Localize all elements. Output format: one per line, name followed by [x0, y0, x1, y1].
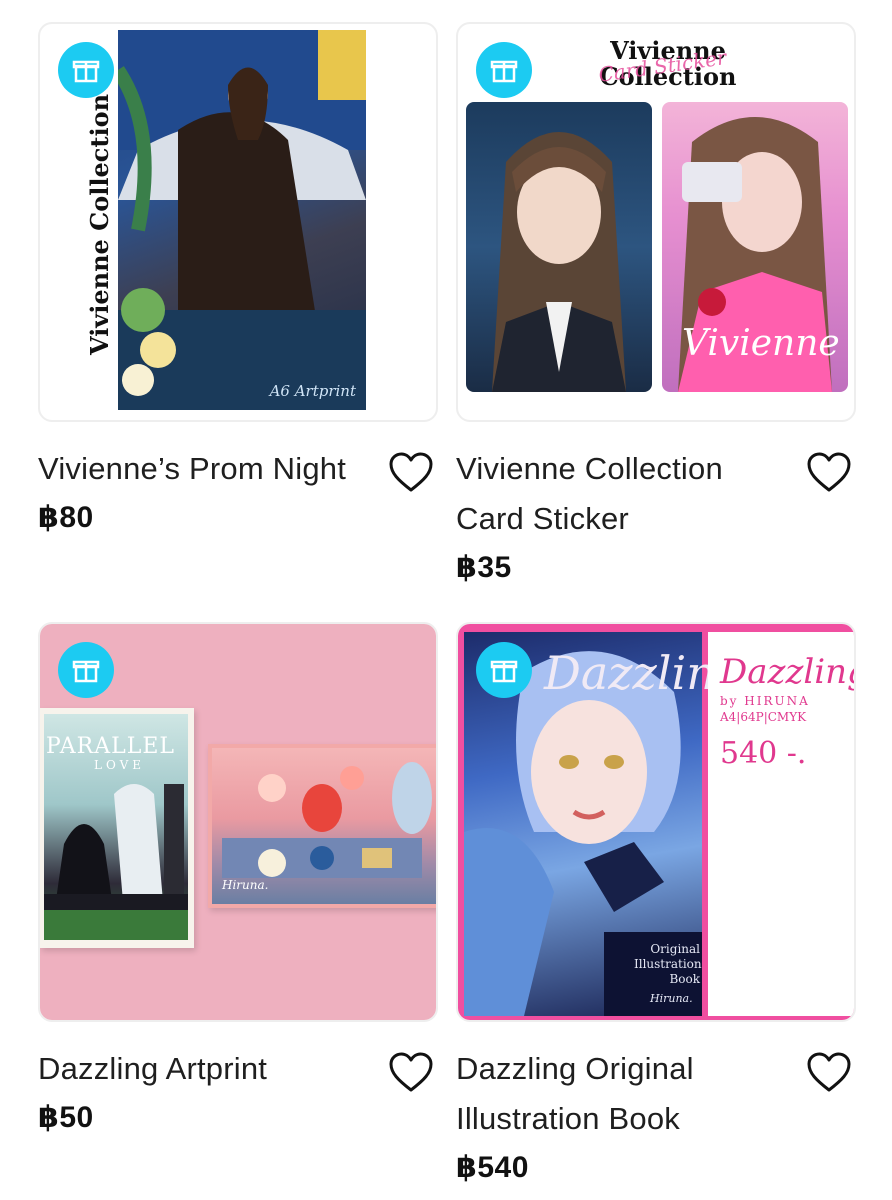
image-vertical-title: Vivienne Collection — [85, 93, 115, 355]
artprint-subtitle: LOVE — [94, 758, 146, 772]
product-title[interactable]: Vivienne’s Prom Night — [38, 444, 358, 494]
product-image[interactable]: Vivienne Collection A6 Artprint — [38, 22, 438, 422]
image-script-text: A6 Artprint — [269, 382, 356, 400]
product-price: ฿50 — [38, 1101, 94, 1134]
artprint-right: Hiruna. — [208, 744, 436, 908]
product-card[interactable]: PARALLEL LOVE Hiruna. Dazzling Artprint … — [38, 622, 438, 1135]
product-image[interactable]: Dazzling Original Illustration Book Hiru… — [456, 622, 856, 1022]
product-image[interactable]: Vivienne Collection Card Sticker Vivienn… — [456, 22, 856, 422]
product-image[interactable]: PARALLEL LOVE Hiruna. — [38, 622, 438, 1022]
product-grid: Vivienne Collection A6 Artprint Vivienne… — [0, 0, 892, 1200]
product-title[interactable]: Dazzling Artprint — [38, 1044, 358, 1094]
book-back-byline: by HIRUNA — [720, 694, 810, 708]
book-back-price: 540 -. — [720, 736, 807, 771]
product-info: Vivienne Collection Card Sticker — [456, 444, 856, 544]
heart-outline-icon[interactable] — [388, 452, 434, 494]
book-cover-footer: Original Illustration Book — [634, 942, 702, 986]
product-info: Dazzling Original Illustration Book — [456, 1044, 856, 1144]
product-title[interactable]: Dazzling Original Illustration Book — [456, 1044, 776, 1144]
book-cover-signature: Hiruna. — [650, 992, 693, 1005]
product-price: ฿35 — [456, 551, 512, 584]
artprint-title: PARALLEL — [46, 734, 176, 759]
product-price: ฿80 — [38, 501, 94, 534]
book-back-title: Dazzling — [720, 652, 856, 692]
sticker-script-text: Vivienne — [682, 323, 840, 364]
product-info: Dazzling Artprint — [38, 1044, 438, 1094]
product-price: ฿540 — [456, 1151, 529, 1184]
gift-icon — [58, 42, 114, 98]
sticker-card-left — [466, 102, 652, 392]
gift-icon — [476, 642, 532, 698]
sticker-card-right: Vivienne — [662, 102, 848, 392]
artwork-poster: A6 Artprint — [112, 30, 366, 410]
heart-outline-icon[interactable] — [388, 1052, 434, 1094]
gift-icon — [476, 42, 532, 98]
artprint-left: PARALLEL LOVE — [40, 708, 194, 948]
product-card[interactable]: Vivienne Collection A6 Artprint Vivienne… — [38, 22, 438, 535]
product-title[interactable]: Vivienne Collection Card Sticker — [456, 444, 776, 544]
heart-outline-icon[interactable] — [806, 452, 852, 494]
book-back-page: Dazzling by HIRUNA A4|64P|CMYK 540 -. — [708, 632, 854, 1016]
book-back-specs: A4|64P|CMYK — [720, 710, 807, 724]
gift-icon — [58, 642, 114, 698]
product-card[interactable]: Vivienne Collection Card Sticker Vivienn… — [456, 22, 856, 585]
product-info: Vivienne’s Prom Night — [38, 444, 438, 494]
artprint-signature: Hiruna. — [222, 878, 269, 892]
product-card[interactable]: Dazzling Original Illustration Book Hiru… — [456, 622, 856, 1185]
heart-outline-icon[interactable] — [806, 1052, 852, 1094]
